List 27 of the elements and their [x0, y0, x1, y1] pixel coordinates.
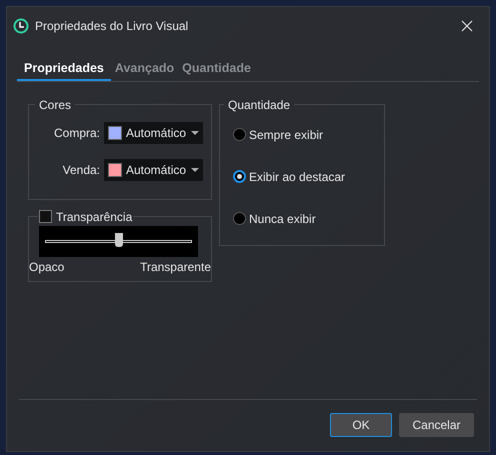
caret-icon: [191, 130, 199, 135]
caret-icon: [191, 168, 199, 172]
close-icon: [461, 20, 473, 32]
radio-button[interactable]: [233, 170, 246, 184]
group-title: Quantidade: [227, 96, 292, 114]
ok-button[interactable]: OK: [330, 413, 392, 437]
tab[interactable]: Avançado: [110, 59, 178, 81]
group-title: Cores: [38, 96, 72, 114]
field-label: Venda:: [62, 162, 100, 179]
slider-thumb[interactable]: [114, 232, 122, 247]
color-dropdown[interactable]: Automático: [104, 122, 203, 144]
color-dropdown[interactable]: Automático: [104, 158, 203, 181]
checkbox-label: Transparência: [56, 208, 132, 226]
radio-option[interactable]: Sempre exibir: [233, 126, 371, 144]
cancel-button[interactable]: Cancelar: [399, 413, 474, 437]
radio-option[interactable]: Nunca exibir: [233, 210, 371, 228]
radio-button[interactable]: [233, 128, 246, 142]
tab[interactable]: Quantidade: [178, 59, 255, 81]
checkbox[interactable]: [39, 210, 52, 224]
radio-option[interactable]: Exibir ao destacar: [233, 168, 371, 186]
window-title: Propriedades do Livro Visual: [35, 18, 188, 35]
slider-min-label: Opaco: [29, 258, 64, 276]
tab[interactable]: Propriedades: [17, 59, 111, 81]
radio-button[interactable]: [233, 212, 246, 226]
field-label: Compra:: [54, 124, 100, 142]
clock-icon: [13, 18, 29, 34]
slider-max-label: Transparente: [140, 258, 211, 276]
